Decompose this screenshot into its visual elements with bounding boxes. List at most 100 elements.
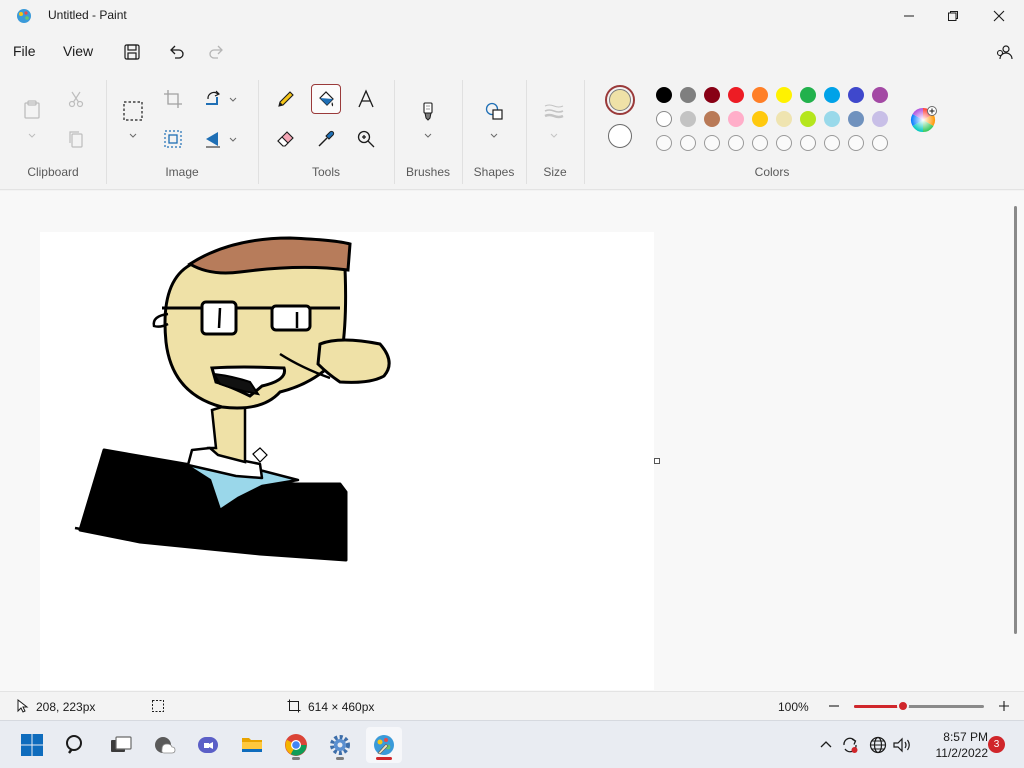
cut-icon[interactable] [61,84,91,114]
widgets-icon[interactable] [147,727,183,763]
custom-color-slot[interactable] [776,135,792,151]
zoom-in-icon[interactable] [997,699,1011,713]
drawing-canvas[interactable] [40,232,654,690]
selection-size-icon [151,699,165,713]
select-chevron-icon[interactable] [128,130,138,140]
teams-chat-icon[interactable] [190,727,226,763]
file-explorer-icon[interactable] [234,727,270,763]
color-swatch[interactable] [776,111,792,127]
color-swatch[interactable] [704,111,720,127]
copy-icon[interactable] [61,124,91,154]
title-bar: Untitled - Paint [0,0,1024,32]
color-swatch[interactable] [824,87,840,103]
color-picker-icon[interactable] [311,124,341,154]
undo-icon[interactable] [165,40,189,64]
color-swatch[interactable] [872,111,888,127]
redo-icon[interactable] [204,40,228,64]
minimize-button[interactable] [886,0,932,32]
clock-date: 11/2/2022 [935,746,989,760]
canvas-resize-handle[interactable] [654,458,660,464]
resize-icon[interactable] [158,124,188,154]
size-icon[interactable] [539,96,569,126]
secondary-color-button[interactable] [608,124,632,148]
group-label-brushes: Brushes [405,165,451,179]
zoom-slider[interactable] [854,700,984,712]
group-label-colors: Colors [754,165,790,179]
custom-color-slot[interactable] [824,135,840,151]
color-swatch[interactable] [800,111,816,127]
taskbar-clock[interactable]: 8:57 PM 11/2/2022 [916,729,989,761]
primary-color-button[interactable] [605,85,635,115]
color-swatch[interactable] [752,111,768,127]
color-swatch[interactable] [848,111,864,127]
magnifier-icon[interactable] [351,124,381,154]
brushes-chevron-icon[interactable] [423,130,433,140]
zoom-slider-thumb[interactable] [897,700,910,712]
text-icon[interactable] [351,84,381,114]
eraser-icon[interactable] [271,124,301,154]
account-icon[interactable] [992,40,1016,64]
custom-color-slot[interactable] [704,135,720,151]
edit-colors-icon[interactable] [909,106,939,136]
rotate-chevron-icon[interactable] [228,94,238,104]
color-swatch[interactable] [776,87,792,103]
color-swatch[interactable] [728,111,744,127]
drawing-nose [316,338,391,384]
status-bar: 208, 223px 614 × 460px 100% [0,691,1024,720]
color-swatch[interactable] [872,87,888,103]
custom-color-slot[interactable] [680,135,696,151]
custom-color-slot[interactable] [800,135,816,151]
save-icon[interactable] [120,40,144,64]
restore-button[interactable] [930,0,976,32]
rotate-icon[interactable] [198,84,228,114]
settings-icon[interactable] [322,727,358,763]
menu-file[interactable]: File [9,43,40,59]
close-button[interactable] [976,0,1022,32]
zoom-level[interactable]: 100% [778,700,809,714]
drawing-glasses-right [270,304,312,332]
chevron-up-icon[interactable] [816,735,836,755]
group-label-shapes: Shapes [473,165,515,179]
color-swatch[interactable] [800,87,816,103]
custom-color-slot[interactable] [752,135,768,151]
crop-icon[interactable] [158,84,188,114]
start-button[interactable] [14,727,50,763]
pencil-icon[interactable] [271,84,301,114]
volume-icon[interactable] [892,735,912,755]
color-swatch[interactable] [704,87,720,103]
shapes-icon[interactable] [479,96,509,126]
vertical-scrollbar[interactable] [1014,206,1017,634]
flip-icon[interactable] [198,124,228,154]
paste-chevron-icon[interactable] [27,130,37,140]
taskbar: 8:57 PM 11/2/2022 3 [0,720,1024,768]
brushes-icon[interactable] [413,96,443,126]
menu-view[interactable]: View [59,43,97,59]
color-swatch[interactable] [824,111,840,127]
paint-taskbar-icon[interactable] [366,727,402,763]
flip-chevron-icon[interactable] [228,134,238,144]
zoom-out-icon[interactable] [827,699,841,713]
color-swatch[interactable] [656,87,672,103]
color-swatch[interactable] [680,111,696,127]
custom-color-slot[interactable] [872,135,888,151]
custom-color-slot[interactable] [728,135,744,151]
custom-color-slot[interactable] [656,135,672,151]
notification-badge[interactable]: 3 [988,736,1005,753]
color-swatch[interactable] [656,111,672,127]
color-swatch[interactable] [728,87,744,103]
chrome-icon[interactable] [278,727,314,763]
paste-icon[interactable] [17,94,47,124]
search-icon[interactable] [58,727,94,763]
network-icon[interactable] [868,735,888,755]
fill-icon[interactable] [311,84,341,114]
color-swatch[interactable] [848,87,864,103]
select-icon[interactable] [118,96,148,126]
canvas-size-icon [287,699,301,713]
size-chevron-icon[interactable] [549,130,559,140]
color-swatch[interactable] [752,87,768,103]
sync-icon[interactable] [840,735,860,755]
shapes-chevron-icon[interactable] [489,130,499,140]
custom-color-slot[interactable] [848,135,864,151]
color-swatch[interactable] [680,87,696,103]
task-view-icon[interactable] [103,727,139,763]
